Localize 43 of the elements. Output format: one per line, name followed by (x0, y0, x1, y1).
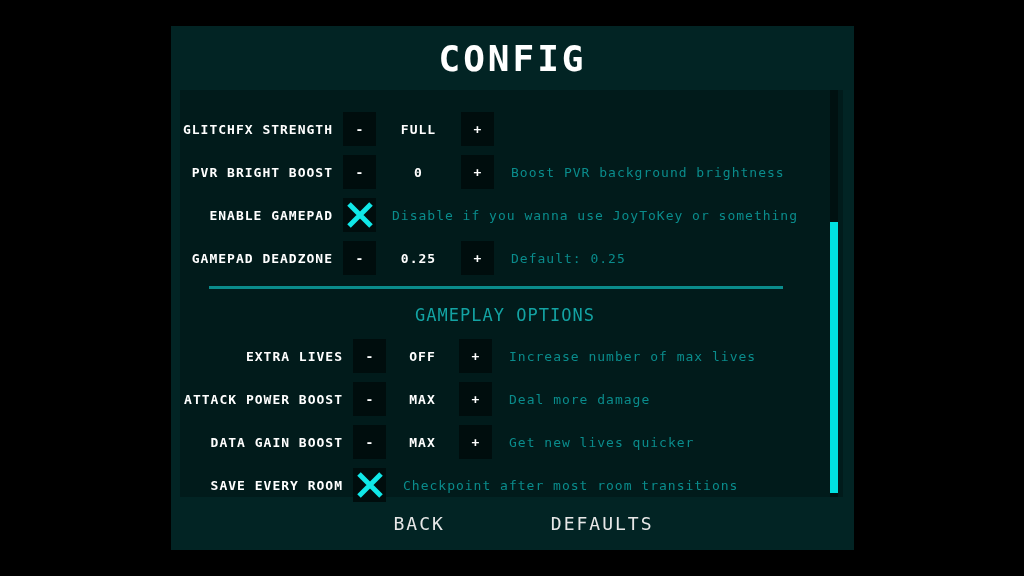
increase-button[interactable]: + (461, 241, 494, 275)
setting-value: OFF (408, 348, 437, 364)
setting-label: ENABLE GAMEPAD (208, 207, 334, 223)
increase-button[interactable]: + (459, 425, 492, 459)
setting-label: GAMEPAD DEADZONE (190, 250, 334, 266)
checkbox[interactable] (353, 468, 386, 502)
checkbox[interactable] (343, 198, 376, 232)
decrease-button[interactable]: - (343, 155, 376, 189)
decrease-button[interactable]: - (343, 241, 376, 275)
decrease-button[interactable]: - (353, 425, 386, 459)
setting-description: Default: 0.25 (510, 250, 627, 266)
menu-button[interactable]: BACK (393, 513, 445, 534)
setting-description: Boost PVR background brightness (510, 164, 786, 180)
setting-label: GLITCHFX STRENGTH (181, 121, 334, 137)
setting-description: Disable if you wanna use JoyToKey or something (391, 207, 800, 223)
decrease-button[interactable]: - (343, 112, 376, 146)
setting-label: DATA GAIN BOOST (209, 434, 344, 450)
screen-title: CONFIG (438, 37, 587, 79)
setting-value: 0.25 (399, 250, 438, 266)
cross-icon (355, 472, 384, 498)
setting-value: 0 (413, 164, 424, 180)
setting-label: PVR BRIGHT BOOST (190, 164, 334, 180)
setting-value: FULL (399, 121, 438, 137)
decrease-button[interactable]: - (353, 382, 386, 416)
scrollbar-thumb[interactable] (830, 222, 838, 493)
increase-button[interactable]: + (459, 339, 492, 373)
increase-button[interactable]: + (459, 382, 492, 416)
decrease-button[interactable]: - (353, 339, 386, 373)
setting-description: Get new lives quicker (508, 434, 696, 450)
scrollbar[interactable] (830, 90, 838, 497)
setting-value: MAX (408, 434, 437, 450)
setting-description: Deal more damage (508, 391, 652, 407)
section-heading: GAMEPLAY OPTIONS (414, 305, 596, 325)
setting-description: Increase number of max lives (508, 348, 758, 364)
menu-button[interactable]: DEFAULTS (550, 513, 654, 534)
setting-description: Checkpoint after most room transitions (402, 477, 740, 493)
increase-button[interactable]: + (461, 155, 494, 189)
setting-label: SAVE EVERY ROOM (209, 477, 344, 493)
setting-label: ATTACK POWER BOOST (183, 391, 344, 407)
cross-icon (345, 202, 374, 228)
setting-label: EXTRA LIVES (244, 348, 344, 364)
increase-button[interactable]: + (461, 112, 494, 146)
setting-value: MAX (408, 391, 437, 407)
